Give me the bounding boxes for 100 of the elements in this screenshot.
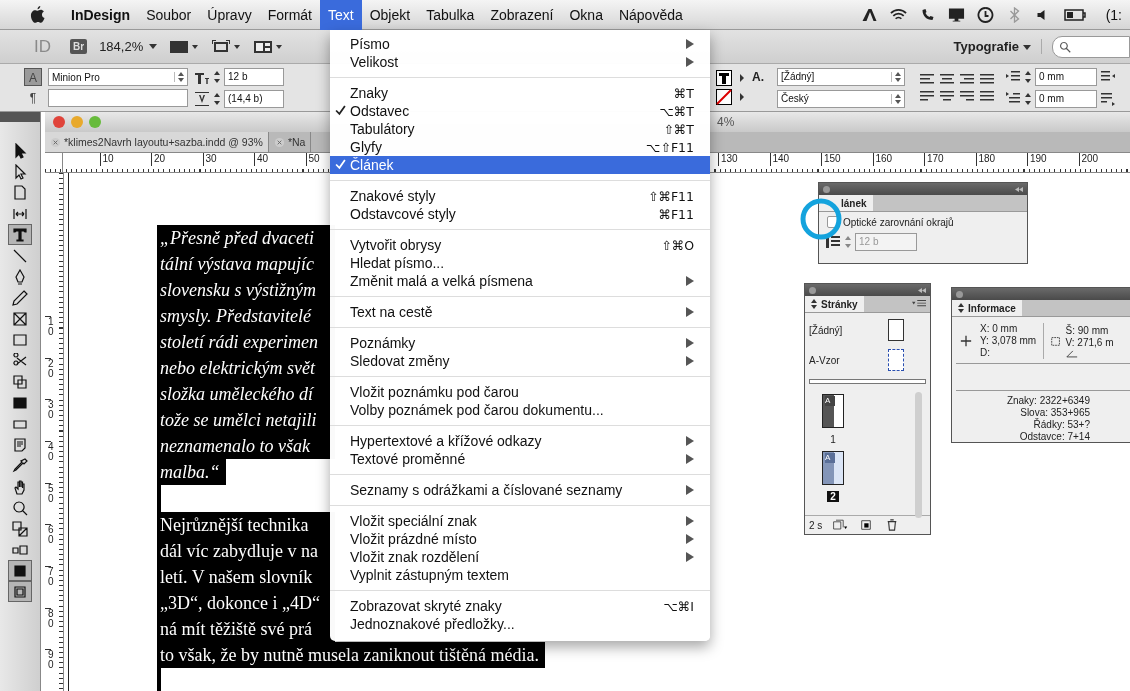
menu-item[interactable]: Vložit speciální znak: [330, 512, 710, 530]
ruler-number: 10: [45, 316, 51, 358]
panel-tab[interactable]: Stránky: [805, 296, 864, 312]
info-value: Y: 3,078 mm: [980, 335, 1037, 347]
ruler-number: 190: [1027, 153, 1079, 166]
ruler-number: 80: [45, 607, 51, 650]
text-line: „3D“, dokonce i „4D“: [160, 592, 321, 615]
menu-item[interactable]: Písmo: [330, 35, 710, 53]
ruler-number: 150: [821, 153, 873, 166]
text-line: „Přesně před dvaceti: [160, 227, 315, 250]
page-thumbnail[interactable]: A: [822, 451, 844, 485]
ruler-number: 200: [1078, 153, 1130, 166]
menu-item[interactable]: Hledat písmo...: [330, 254, 710, 272]
menu-bar-item[interactable]: Nápověda: [610, 0, 691, 30]
menu-item[interactable]: Vložit znak rozdělení: [330, 548, 710, 566]
ruler-number: 30: [202, 153, 254, 166]
menu-item[interactable]: Volby poznámek pod čarou dokumentu...: [330, 401, 710, 419]
document-tab[interactable]: *Na: [268, 132, 312, 152]
menu-bar-item[interactable]: Formát: [259, 0, 320, 30]
text-line: nebo elektrickým svět: [160, 357, 317, 380]
character-style-label: A.: [752, 69, 765, 84]
workspace-dropdown[interactable]: Typografie: [953, 39, 1042, 54]
page-number: 1: [829, 434, 837, 445]
text-line: smysly. Představitelé: [160, 305, 313, 328]
panel-tab[interactable]: Informace: [952, 300, 1022, 316]
ruler-number: 50: [45, 482, 51, 525]
ruler-number: 40: [254, 153, 306, 166]
bridge-button[interactable]: Br: [70, 39, 88, 54]
page-count: 2 s: [809, 519, 823, 531]
menu-item[interactable]: Textové proměnné: [330, 450, 710, 468]
mode-toggle[interactable]: ¶: [24, 89, 42, 107]
font-size-field[interactable]: 12 b: [224, 67, 284, 86]
ruler-number: 180: [975, 153, 1027, 166]
info-statistic: Odstavce: 7+14: [1019, 431, 1090, 443]
menu-item[interactable]: Vytvořit obrysy ⇧⌘O: [330, 236, 710, 254]
info-value: V: 271,6 m: [1065, 336, 1114, 349]
menu-item[interactable]: Článek: [330, 156, 710, 174]
menu-bar-item[interactable]: Tabulka: [418, 0, 483, 30]
menu-item[interactable]: Text na cestě: [330, 303, 710, 321]
ruler-number: 10: [99, 153, 151, 166]
menu-item[interactable]: Hypertextové a křížové odkazy: [330, 432, 710, 450]
menu-bar-item[interactable]: InDesign: [63, 0, 139, 30]
menu-item[interactable]: Poznámky: [330, 334, 710, 352]
checkbox-label: Optické zarovnání okrajů: [843, 216, 954, 228]
ruler-number: 140: [769, 153, 821, 166]
text-line: letí. V našem slovník: [160, 566, 314, 589]
menu-item[interactable]: Velikost: [330, 53, 710, 71]
menu-bar-item[interactable]: Okna: [561, 0, 611, 30]
ruler-number: 30: [45, 399, 51, 441]
text-line: dál víc zabydluje v na: [160, 540, 319, 563]
menu-bar-item[interactable]: Úpravy: [199, 0, 260, 30]
text-line: Nejrůznější technika: [160, 514, 310, 537]
menu-item[interactable]: Změnit malá a velká písmena: [330, 272, 710, 290]
menu-item[interactable]: Vyplnit zástupným textem: [330, 566, 710, 584]
text-line: neznamenalo to však: [160, 435, 311, 458]
menu-item[interactable]: Odstavec ⌥⌘T: [330, 102, 710, 120]
master-label[interactable]: A-Vzor: [809, 354, 840, 366]
menu-bar-item[interactable]: Zobrazení: [482, 0, 562, 30]
info-statistic: Řádky: 53+?: [1033, 419, 1090, 431]
text-line: tální výstava mapujíc: [160, 253, 315, 276]
text-line: ná mít těžiště své prá: [160, 618, 313, 641]
menu-item[interactable]: Seznamy s odrážkami a číslované seznamy: [330, 481, 710, 499]
language-dropdown[interactable]: Český: [777, 89, 905, 108]
character-style-dropdown[interactable]: [Žádný]: [777, 67, 905, 86]
document-tab[interactable]: *klimes2Navrh layoutu+sazba.indd @ 93%: [45, 132, 269, 152]
page-thumbnail[interactable]: A: [822, 394, 844, 428]
menu-item[interactable]: Odstavcové styly ⌘F11: [330, 205, 710, 223]
menu-item[interactable]: Sledovat změny: [330, 352, 710, 370]
ruler-number: 20: [151, 153, 203, 166]
page-number: 2: [827, 491, 839, 502]
menu-bar-item[interactable]: Text: [320, 0, 362, 30]
master-label[interactable]: [Žádný]: [809, 324, 843, 336]
menu-item[interactable]: Zobrazovat skryté znaky ⌥⌘I: [330, 597, 710, 615]
mode-toggle[interactable]: A: [24, 68, 42, 86]
font-family-field[interactable]: Minion Pro: [48, 68, 188, 86]
menu-item[interactable]: Tabulátory ⇧⌘T: [330, 120, 710, 138]
menu-item[interactable]: Jednoznakové předložky...: [330, 615, 710, 633]
left-indent-field[interactable]: 0 mm: [1035, 67, 1097, 86]
text-line: slovensku s výstižným: [160, 279, 317, 302]
first-line-indent-field[interactable]: 0 mm: [1035, 89, 1097, 108]
info-value: Š: 90 mm: [1065, 324, 1110, 337]
battery-time: (1:: [1104, 5, 1123, 25]
ruler-number: 20: [45, 357, 51, 400]
zoom-dropdown[interactable]: 184,2%: [99, 39, 144, 54]
menu-item[interactable]: Znaky ⌘T: [330, 84, 710, 102]
ruler-number: 160: [872, 153, 924, 166]
menu-item[interactable]: Vložit poznámku pod čarou: [330, 383, 710, 401]
info-statistic: Slova: 353+965: [1020, 407, 1090, 418]
info-statistic: Znaky: 2322+6349: [1006, 395, 1090, 407]
info-value: X: 0 mm: [980, 323, 1019, 335]
app-logo: ID: [34, 36, 52, 57]
menu-item[interactable]: Znakové styly ⇧⌘F11: [330, 187, 710, 205]
leading-field[interactable]: (14,4 b): [224, 89, 284, 108]
window-title: 4%: [717, 115, 735, 129]
menu-item[interactable]: Glyfy ⌥⇧F11: [330, 138, 710, 156]
menu-bar-item[interactable]: Soubor: [138, 0, 200, 30]
menu-item[interactable]: Vložit prázdné místo: [330, 530, 710, 548]
menu-bar-item[interactable]: Objekt: [361, 0, 419, 30]
ruler-number: 170: [924, 153, 976, 166]
ruler-number: 130: [718, 153, 770, 166]
